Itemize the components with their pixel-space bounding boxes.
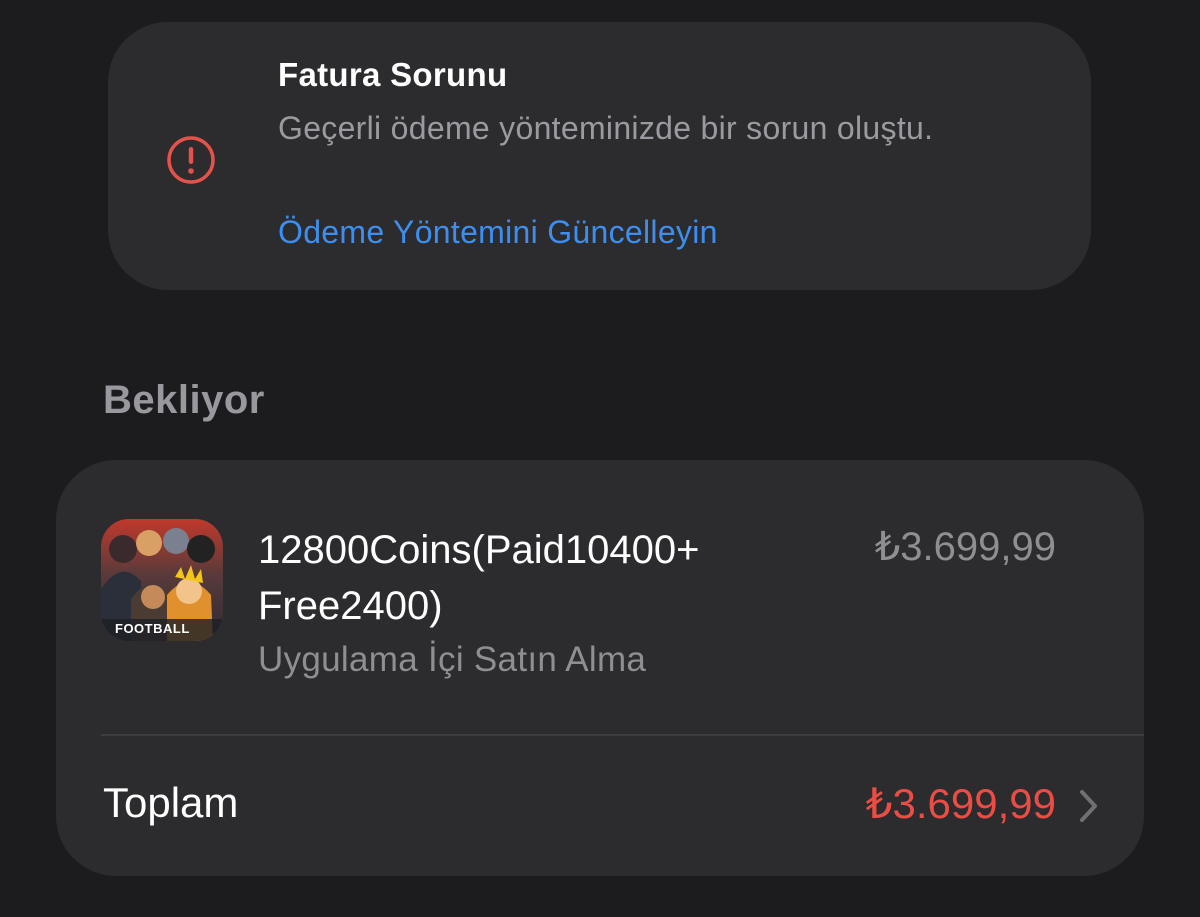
efootball-app-icon: FOOTBALL — [101, 519, 223, 641]
total-amount: ₺3.699,99 — [865, 780, 1056, 827]
update-payment-method-link[interactable]: Ödeme Yöntemini Güncelleyin — [278, 214, 718, 251]
total-label: Toplam — [103, 779, 239, 826]
pending-section-title: Bekliyor — [103, 378, 265, 422]
item-type: Uygulama İçi Satın Alma — [258, 640, 647, 679]
item-price: ₺3.699,99 — [874, 525, 1056, 569]
billing-alert-message: Geçerli ödeme yönteminizde bir sorun olu… — [278, 110, 934, 146]
chevron-right-icon — [1078, 788, 1100, 824]
purchase-history-page: Fatura Sorunu Geçerli ödeme yönteminizde… — [0, 0, 1200, 917]
billing-alert-title: Fatura Sorunu — [278, 56, 508, 93]
item-name: 12800Coins(Paid10400+ Free2400) — [258, 528, 700, 628]
exclamation-circle-icon — [165, 134, 217, 186]
efootball-logo-text: FOOTBALL — [115, 621, 190, 636]
